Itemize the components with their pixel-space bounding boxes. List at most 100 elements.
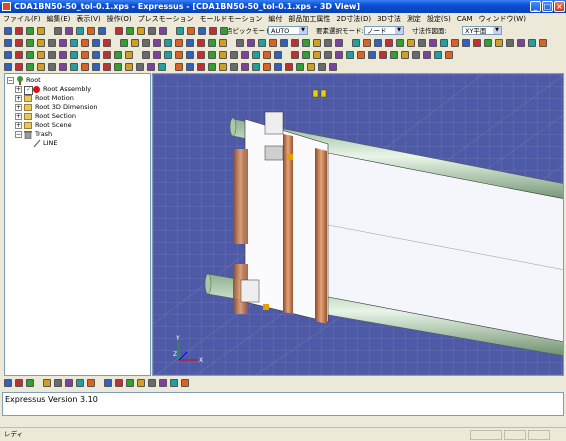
toolbar-tool-icon[interactable] [291,51,299,59]
toolbar-tool-icon[interactable] [186,63,194,71]
toolbar-tool-icon[interactable] [54,27,62,35]
toolbar-tool-icon[interactable] [59,39,67,47]
toolbar-tool-icon[interactable] [302,39,310,47]
toolbar-tool-icon[interactable] [87,379,95,387]
toolbar-tool-icon[interactable] [401,51,409,59]
dimension-plane-select[interactable]: XY平面 ▼ [462,26,502,35]
toolbar-tool-icon[interactable] [175,63,183,71]
toolbar-tool-icon[interactable] [219,39,227,47]
toolbar-tool-icon[interactable] [114,63,122,71]
menu-item[interactable]: 表示(V) [73,14,103,25]
toolbar-tool-icon[interactable] [285,63,293,71]
model-tree[interactable]: − Root + ✓ Root Assembly + Root Motion +… [4,73,151,376]
toolbar-tool-icon[interactable] [208,63,216,71]
toolbar-tool-icon[interactable] [335,51,343,59]
toolbar-tool-icon[interactable] [81,63,89,71]
toolbar-tool-icon[interactable] [368,51,376,59]
toolbar-tool-icon[interactable] [15,39,23,47]
toolbar-tool-icon[interactable] [103,51,111,59]
toolbar-tool-icon[interactable] [313,51,321,59]
toolbar-tool-icon[interactable] [137,27,145,35]
menu-item[interactable]: 部品加工属性 [285,14,333,25]
toolbar-tool-icon[interactable] [462,39,470,47]
toolbar-tool-icon[interactable] [269,39,277,47]
toolbar-tool-icon[interactable] [302,51,310,59]
toolbar-tool-icon[interactable] [104,379,112,387]
toolbar-tool-icon[interactable] [15,27,23,35]
toolbar-tool-icon[interactable] [59,63,67,71]
menu-item[interactable]: ファイル(F) [0,14,44,25]
toolbar-tool-icon[interactable] [65,27,73,35]
toolbar-tool-icon[interactable] [26,379,34,387]
toolbar-tool-icon[interactable] [43,379,51,387]
toolbar-tool-icon[interactable] [159,379,167,387]
toolbar-tool-icon[interactable] [103,63,111,71]
toolbar-tool-icon[interactable] [175,39,183,47]
toolbar-tool-icon[interactable] [263,51,271,59]
pick-mode-select[interactable]: AUTO ▼ [268,26,308,35]
toolbar-tool-icon[interactable] [15,51,23,59]
3d-viewport[interactable]: X Y Z [152,73,564,376]
toolbar-tool-icon[interactable] [451,39,459,47]
toolbar-tool-icon[interactable] [70,39,78,47]
toolbar-tool-icon[interactable] [115,379,123,387]
toolbar-tool-icon[interactable] [230,51,238,59]
toolbar-tool-icon[interactable] [87,27,95,35]
toolbar-tool-icon[interactable] [324,51,332,59]
expand-icon[interactable]: + [15,122,22,129]
toolbar-tool-icon[interactable] [186,39,194,47]
toolbar-tool-icon[interactable] [170,379,178,387]
toolbar-tool-icon[interactable] [208,51,216,59]
toolbar-tool-icon[interactable] [4,39,12,47]
toolbar-tool-icon[interactable] [335,39,343,47]
toolbar-tool-icon[interactable] [296,63,304,71]
toolbar-tool-icon[interactable] [164,39,172,47]
toolbar-tool-icon[interactable] [126,379,134,387]
toolbar-tool-icon[interactable] [258,39,266,47]
toolbar-tool-icon[interactable] [120,39,128,47]
toolbar-tool-icon[interactable] [92,51,100,59]
expand-icon[interactable]: + [15,104,22,111]
toolbar-tool-icon[interactable] [26,51,34,59]
menu-item[interactable]: モールドモーション [197,14,266,25]
toolbar-tool-icon[interactable] [115,27,123,35]
toolbar-tool-icon[interactable] [187,27,195,35]
toolbar-tool-icon[interactable] [429,39,437,47]
toolbar-tool-icon[interactable] [26,39,34,47]
toolbar-tool-icon[interactable] [230,63,238,71]
toolbar-tool-icon[interactable] [98,27,106,35]
toolbar-tool-icon[interactable] [48,63,56,71]
toolbar-tool-icon[interactable] [484,39,492,47]
toolbar-tool-icon[interactable] [197,39,205,47]
menu-item[interactable]: 編付 [265,14,285,25]
toolbar-tool-icon[interactable] [125,63,133,71]
menu-item[interactable]: 操作(O) [104,14,135,25]
toolbar-tool-icon[interactable] [48,51,56,59]
menu-item[interactable]: CAM [454,14,476,25]
toolbar-tool-icon[interactable] [209,27,217,35]
toolbar-tool-icon[interactable] [4,379,12,387]
toolbar-tool-icon[interactable] [407,39,415,47]
toolbar-tool-icon[interactable] [37,51,45,59]
toolbar-tool-icon[interactable] [37,39,45,47]
toolbar-tool-icon[interactable] [125,51,133,59]
toolbar-tool-icon[interactable] [26,63,34,71]
toolbar-tool-icon[interactable] [252,51,260,59]
menu-item[interactable]: 設定(S) [424,14,454,25]
toolbar-tool-icon[interactable] [252,63,260,71]
toolbar-tool-icon[interactable] [131,39,139,47]
expand-icon[interactable]: + [15,113,22,120]
toolbar-tool-icon[interactable] [346,51,354,59]
toolbar-tool-icon[interactable] [396,39,404,47]
toolbar-tool-icon[interactable] [445,51,453,59]
toolbar-tool-icon[interactable] [263,63,271,71]
toolbar-tool-icon[interactable] [114,51,122,59]
toolbar-tool-icon[interactable] [307,63,315,71]
toolbar-tool-icon[interactable] [412,51,420,59]
toolbar-tool-icon[interactable] [4,63,12,71]
toolbar-tool-icon[interactable] [506,39,514,47]
toolbar-tool-icon[interactable] [137,379,145,387]
toolbar-tool-icon[interactable] [37,63,45,71]
toolbar-tool-icon[interactable] [440,39,448,47]
menu-item[interactable]: 2D寸法(D) [333,14,374,25]
